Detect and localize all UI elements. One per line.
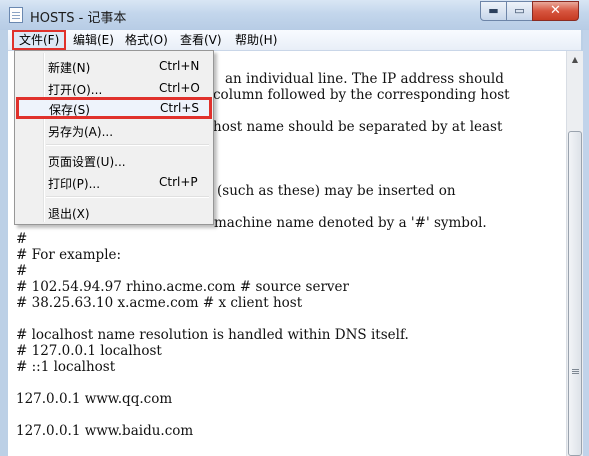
menu-separator [46, 196, 209, 198]
text-line: 127.0.0.1 www.baidu.com [16, 423, 194, 439]
menu-item-label: 页面设置(U)... [48, 155, 126, 169]
menu-item-label: 保存(S) [49, 103, 90, 117]
text-line: # 102.54.94.97 rhino.acme.com # source s… [16, 279, 349, 295]
menu-item-shortcut: Ctrl+O [159, 81, 200, 95]
menu-help[interactable]: 帮助(H) [230, 30, 282, 50]
text-line: # localhost name resolution is handled w… [16, 327, 409, 343]
scroll-grip-icon [572, 369, 579, 370]
text-line: # ::1 localhost [16, 359, 116, 375]
menu-item-shortcut: Ctrl+N [159, 59, 200, 73]
minimize-button[interactable]: ▬ [480, 1, 507, 21]
menu-item-page-setup[interactable]: 页面设置(U)... [17, 149, 211, 171]
notepad-window: HOSTS - 记事本 ▬ ▭ ✕ 文件(F) 编辑(E) 格式(O) 查看(V… [0, 0, 589, 456]
menu-bar: 文件(F) 编辑(E) 格式(O) 查看(V) 帮助(H) [8, 30, 581, 51]
menu-view[interactable]: 查看(V) [175, 30, 227, 50]
text-line: machine name denoted by a '#' symbol. [214, 215, 487, 231]
window-title: HOSTS - 记事本 [30, 11, 127, 26]
text-line: (such as these) may be inserted on [217, 183, 456, 199]
menu-edit[interactable]: 编辑(E) [68, 30, 119, 50]
scroll-up-icon[interactable]: ▲ [567, 51, 583, 68]
menu-file[interactable]: 文件(F) [12, 30, 67, 50]
text-line: # 38.25.63.10 x.acme.com # x client host [16, 295, 303, 311]
close-button[interactable]: ✕ [532, 1, 579, 21]
text-line: 127.0.0.1 www.qq.com [16, 391, 173, 407]
menu-format[interactable]: 格式(O) [120, 30, 173, 50]
scroll-thumb[interactable] [568, 131, 582, 456]
menu-item-label: 打开(O)... [48, 83, 103, 97]
menu-item-new[interactable]: 新建(N) Ctrl+N [17, 55, 211, 77]
menu-item-label: 另存为(A)... [48, 125, 114, 139]
vertical-scrollbar[interactable]: ▲ [566, 51, 583, 456]
file-menu-dropdown: 新建(N) Ctrl+N 打开(O)... Ctrl+O 保存(S) Ctrl+… [14, 50, 214, 225]
menu-item-open[interactable]: 打开(O)... Ctrl+O [17, 77, 211, 99]
menu-item-save[interactable]: 保存(S) Ctrl+S [16, 97, 212, 119]
text-line: # For example: [16, 247, 122, 263]
text-line: # 127.0.0.1 localhost [16, 343, 162, 359]
title-bar[interactable]: HOSTS - 记事本 ▬ ▭ ✕ [0, 0, 589, 30]
notepad-icon[interactable] [9, 7, 23, 23]
menu-item-shortcut: Ctrl+P [159, 175, 198, 189]
menu-item-save-as[interactable]: 另存为(A)... [17, 119, 211, 141]
window-frame-right [583, 30, 589, 456]
menu-item-print[interactable]: 打印(P)... Ctrl+P [17, 171, 211, 193]
maximize-button[interactable]: ▭ [506, 1, 533, 21]
text-line: column followed by the corresponding hos… [213, 87, 510, 103]
menu-item-exit[interactable]: 退出(X) [17, 201, 211, 223]
menu-item-label: 打印(P)... [48, 177, 101, 191]
text-line: # [16, 263, 28, 279]
menu-separator [46, 144, 209, 146]
menu-item-label: 新建(N) [48, 61, 91, 75]
menu-item-label: 退出(X) [48, 207, 90, 221]
text-line: # [16, 231, 28, 247]
text-line: an individual line. The IP address shoul… [225, 71, 504, 87]
text-line: host name should be separated by at leas… [213, 119, 503, 135]
menu-item-shortcut: Ctrl+S [160, 101, 200, 115]
